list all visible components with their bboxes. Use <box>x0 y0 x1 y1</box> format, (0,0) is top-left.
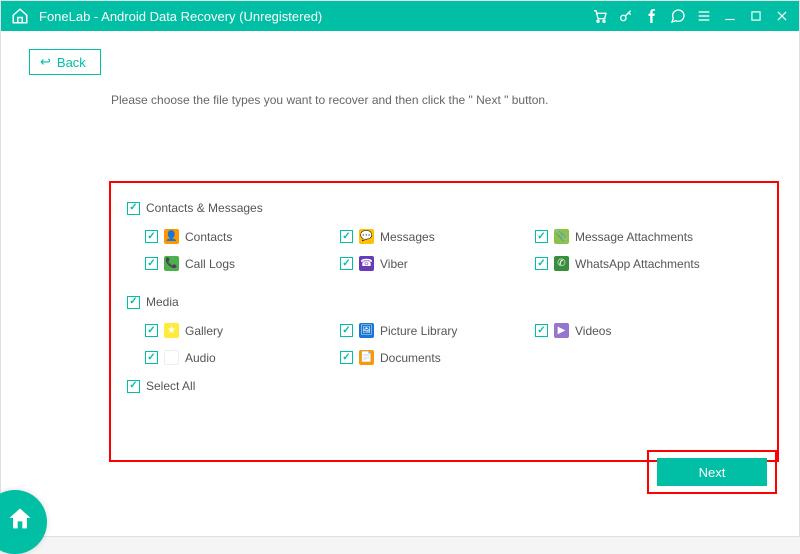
select-all-label: Select All <box>146 379 195 393</box>
menu-icon[interactable] <box>695 7 713 25</box>
item-label: Viber <box>380 257 408 271</box>
item-videos[interactable]: ▶ Videos <box>535 323 730 338</box>
documents-icon: 📄 <box>359 350 374 365</box>
item-messages[interactable]: 💬 Messages <box>340 229 535 244</box>
item-picture-library[interactable]: 🖼 Picture Library <box>340 323 535 338</box>
cart-icon[interactable] <box>591 7 609 25</box>
home-fab[interactable] <box>0 490 47 554</box>
row: ♪ Audio 📄 Documents <box>127 350 761 365</box>
next-button[interactable]: Next <box>657 458 767 486</box>
app-window: FoneLab - Android Data Recovery (Unregis… <box>0 0 800 537</box>
whatsapp-attachments-icon: ✆ <box>554 256 569 271</box>
item-audio[interactable]: ♪ Audio <box>145 350 340 365</box>
videos-icon: ▶ <box>554 323 569 338</box>
back-label: Back <box>57 55 86 70</box>
section-contacts-messages[interactable]: Contacts & Messages <box>127 201 761 215</box>
item-whatsapp-attachments[interactable]: ✆ WhatsApp Attachments <box>535 256 730 271</box>
checkbox-media[interactable] <box>127 296 140 309</box>
checkbox-messages[interactable] <box>340 230 353 243</box>
close-icon[interactable] <box>773 7 791 25</box>
viber-icon: ☎ <box>359 256 374 271</box>
gallery-icon: ★ <box>164 323 179 338</box>
checkbox-picture-library[interactable] <box>340 324 353 337</box>
row: 👤 Contacts 💬 Messages 📎 Message Attachme… <box>127 229 761 244</box>
item-label: Audio <box>185 351 216 365</box>
section-media-label: Media <box>146 295 179 309</box>
item-viber[interactable]: ☎ Viber <box>340 256 535 271</box>
content-area: ↩ Back Please choose the file types you … <box>1 31 799 536</box>
item-label: WhatsApp Attachments <box>575 257 700 271</box>
item-contacts[interactable]: 👤 Contacts <box>145 229 340 244</box>
message-attachments-icon: 📎 <box>554 229 569 244</box>
checkbox-contacts[interactable] <box>145 230 158 243</box>
audio-icon: ♪ <box>164 350 179 365</box>
minimize-icon[interactable] <box>721 7 739 25</box>
contacts-icon: 👤 <box>164 229 179 244</box>
checkbox-select-all[interactable] <box>127 380 140 393</box>
item-label: Messages <box>380 230 435 244</box>
titlebar-home-icon[interactable] <box>9 5 31 27</box>
checkbox-viber[interactable] <box>340 257 353 270</box>
checkbox-gallery[interactable] <box>145 324 158 337</box>
section-media[interactable]: Media <box>127 295 761 309</box>
item-gallery[interactable]: ★ Gallery <box>145 323 340 338</box>
titlebar-right-icons <box>591 7 791 25</box>
picture-library-icon: 🖼 <box>359 323 374 338</box>
checkbox-whatsapp-attachments[interactable] <box>535 257 548 270</box>
checkbox-call-logs[interactable] <box>145 257 158 270</box>
messages-icon: 💬 <box>359 229 374 244</box>
key-icon[interactable] <box>617 7 635 25</box>
item-label: Videos <box>575 324 611 338</box>
next-button-highlight: Next <box>647 450 777 494</box>
item-label: Picture Library <box>380 324 457 338</box>
titlebar: FoneLab - Android Data Recovery (Unregis… <box>1 1 799 31</box>
back-button[interactable]: ↩ Back <box>29 49 101 75</box>
facebook-icon[interactable] <box>643 7 661 25</box>
maximize-icon[interactable] <box>747 7 765 25</box>
row: ★ Gallery 🖼 Picture Library ▶ Videos <box>127 323 761 338</box>
feedback-icon[interactable] <box>669 7 687 25</box>
item-documents[interactable]: 📄 Documents <box>340 350 535 365</box>
checkbox-documents[interactable] <box>340 351 353 364</box>
call-logs-icon: 📞 <box>164 256 179 271</box>
checkbox-audio[interactable] <box>145 351 158 364</box>
instruction-text: Please choose the file types you want to… <box>111 93 771 107</box>
item-label: Contacts <box>185 230 232 244</box>
back-arrow-icon: ↩ <box>40 54 51 70</box>
item-label: Message Attachments <box>575 230 693 244</box>
window-title: FoneLab - Android Data Recovery (Unregis… <box>39 9 591 24</box>
filetype-selection-panel: Contacts & Messages 👤 Contacts 💬 Message… <box>109 181 779 462</box>
checkbox-msg-attachments[interactable] <box>535 230 548 243</box>
section-contacts-messages-label: Contacts & Messages <box>146 201 263 215</box>
item-message-attachments[interactable]: 📎 Message Attachments <box>535 229 730 244</box>
item-label: Documents <box>380 351 441 365</box>
checkbox-contacts-messages[interactable] <box>127 202 140 215</box>
home-icon <box>6 505 34 533</box>
select-all[interactable]: Select All <box>127 379 761 393</box>
row: 📞 Call Logs ☎ Viber ✆ WhatsApp Attachmen… <box>127 256 761 271</box>
checkbox-videos[interactable] <box>535 324 548 337</box>
item-label: Call Logs <box>185 257 235 271</box>
item-label: Gallery <box>185 324 223 338</box>
item-call-logs[interactable]: 📞 Call Logs <box>145 256 340 271</box>
